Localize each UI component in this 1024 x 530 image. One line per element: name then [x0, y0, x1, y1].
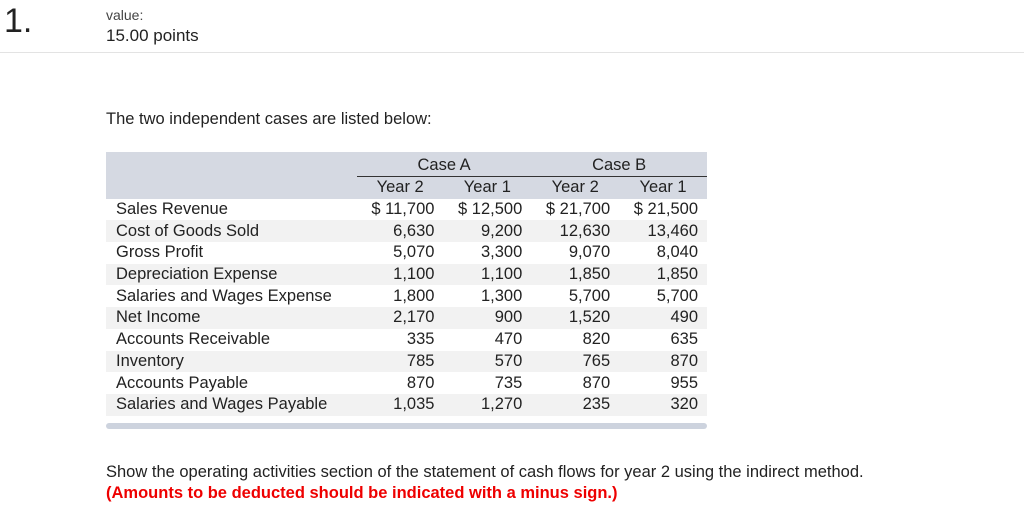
cell-value: 735	[494, 373, 523, 392]
row-label: Accounts Payable	[116, 373, 249, 392]
cell-value: $ 21,500	[633, 200, 698, 219]
cell-value: 1,035	[393, 395, 435, 414]
row-label: Sales Revenue	[116, 200, 228, 219]
cell-value: $ 11,700	[371, 200, 435, 219]
cell-value: 1,850	[656, 265, 698, 284]
cell-value: 5,700	[656, 286, 698, 305]
row-label: Salaries and Wages Expense	[116, 286, 332, 305]
row-label: Accounts Receivable	[116, 330, 271, 349]
value-label: value:	[106, 7, 144, 23]
horizontal-scrollbar[interactable]	[106, 423, 707, 429]
cell-value: 635	[670, 330, 698, 349]
year-header: Year 1	[619, 175, 707, 199]
cell-value: 13,460	[647, 221, 698, 240]
cell-value: 2,170	[393, 308, 435, 327]
table-row: Salaries and Wages Expense 1,800 1,300 5,70…	[106, 285, 707, 308]
cell-value: 900	[494, 308, 523, 327]
table-row: Salaries and Wages Payable 1,035 1,270 235 3…	[106, 393, 707, 416]
row-label: Inventory	[116, 351, 184, 370]
cell-value: 490	[670, 308, 698, 327]
cell-value: 235	[582, 395, 611, 414]
cell-value: 320	[670, 395, 698, 414]
case-b-header: Case B	[592, 155, 647, 174]
table-row: Accounts Receivable 335 470 820 635	[106, 328, 707, 351]
question-number: 1.	[4, 2, 33, 40]
cell-value: 5,070	[393, 243, 435, 262]
intro-text: The two independent cases are listed bel…	[106, 110, 432, 128]
year-header: Year 2	[356, 175, 444, 199]
cell-value: 9,070	[568, 243, 611, 262]
cases-table: Case A Case B Year 2 Year 1 Year 2 Year …	[106, 152, 707, 416]
cell-value: $ 12,500	[458, 200, 523, 219]
cell-value: 765	[582, 351, 611, 370]
table-row: Net Income 2,170 900 1,520 490	[106, 307, 707, 329]
table-row: Depreciation Expense 1,100 1,100 1,850 1,850	[106, 263, 707, 286]
cell-value: 870	[406, 373, 435, 392]
case-a-header: Case A	[417, 155, 471, 174]
cell-value: 1,270	[480, 395, 523, 414]
points-value: 15.00 points	[106, 26, 199, 45]
cell-value: 5,700	[568, 286, 611, 305]
cell-value: 1,100	[480, 265, 523, 284]
cell-value: 1,520	[568, 308, 611, 327]
cell-value: 1,850	[568, 265, 611, 284]
table-row: Cost of Goods Sold 6,630 9,200 12,630 13,460	[106, 220, 707, 243]
cell-value: 6,630	[393, 221, 435, 240]
instruction-text: Show the operating activities section of…	[106, 463, 864, 481]
cell-value: 955	[670, 373, 698, 392]
cell-value: 1,800	[393, 286, 435, 305]
cell-value: 470	[494, 330, 523, 349]
table-row: Inventory 785 570 765 870	[106, 350, 707, 373]
divider	[0, 52, 1024, 53]
cell-value: 870	[670, 351, 698, 370]
cell-value: 3,300	[480, 243, 523, 262]
cell-value: 785	[406, 351, 435, 370]
cell-value: 570	[494, 351, 523, 370]
cell-value: 9,200	[480, 221, 523, 240]
cell-value: 1,300	[480, 286, 523, 305]
cell-value: 1,100	[393, 265, 435, 284]
year-header: Year 2	[531, 175, 620, 199]
table-row: Sales Revenue $ 11,700 $ 12,500 $ 21,700 $ 2…	[106, 198, 707, 221]
cell-value: 12,630	[559, 221, 611, 240]
row-label: Salaries and Wages Payable	[116, 395, 328, 414]
row-label: Depreciation Expense	[116, 265, 278, 284]
year-header: Year 1	[443, 175, 532, 199]
row-label: Gross Profit	[116, 243, 204, 262]
cell-value: 870	[582, 373, 611, 392]
table-row: Gross Profit 5,070 3,300 9,070 8,040	[106, 242, 707, 264]
cell-value: $ 21,700	[545, 200, 611, 219]
table-row: Accounts Payable 870 735 870 955	[106, 372, 707, 394]
row-label: Cost of Goods Sold	[116, 221, 260, 240]
row-label: Net Income	[116, 308, 201, 327]
minus-sign-note: (Amounts to be deducted should be indica…	[106, 484, 618, 502]
cell-value: 8,040	[656, 243, 698, 262]
cell-value: 335	[406, 330, 435, 349]
cell-value: 820	[582, 330, 611, 349]
